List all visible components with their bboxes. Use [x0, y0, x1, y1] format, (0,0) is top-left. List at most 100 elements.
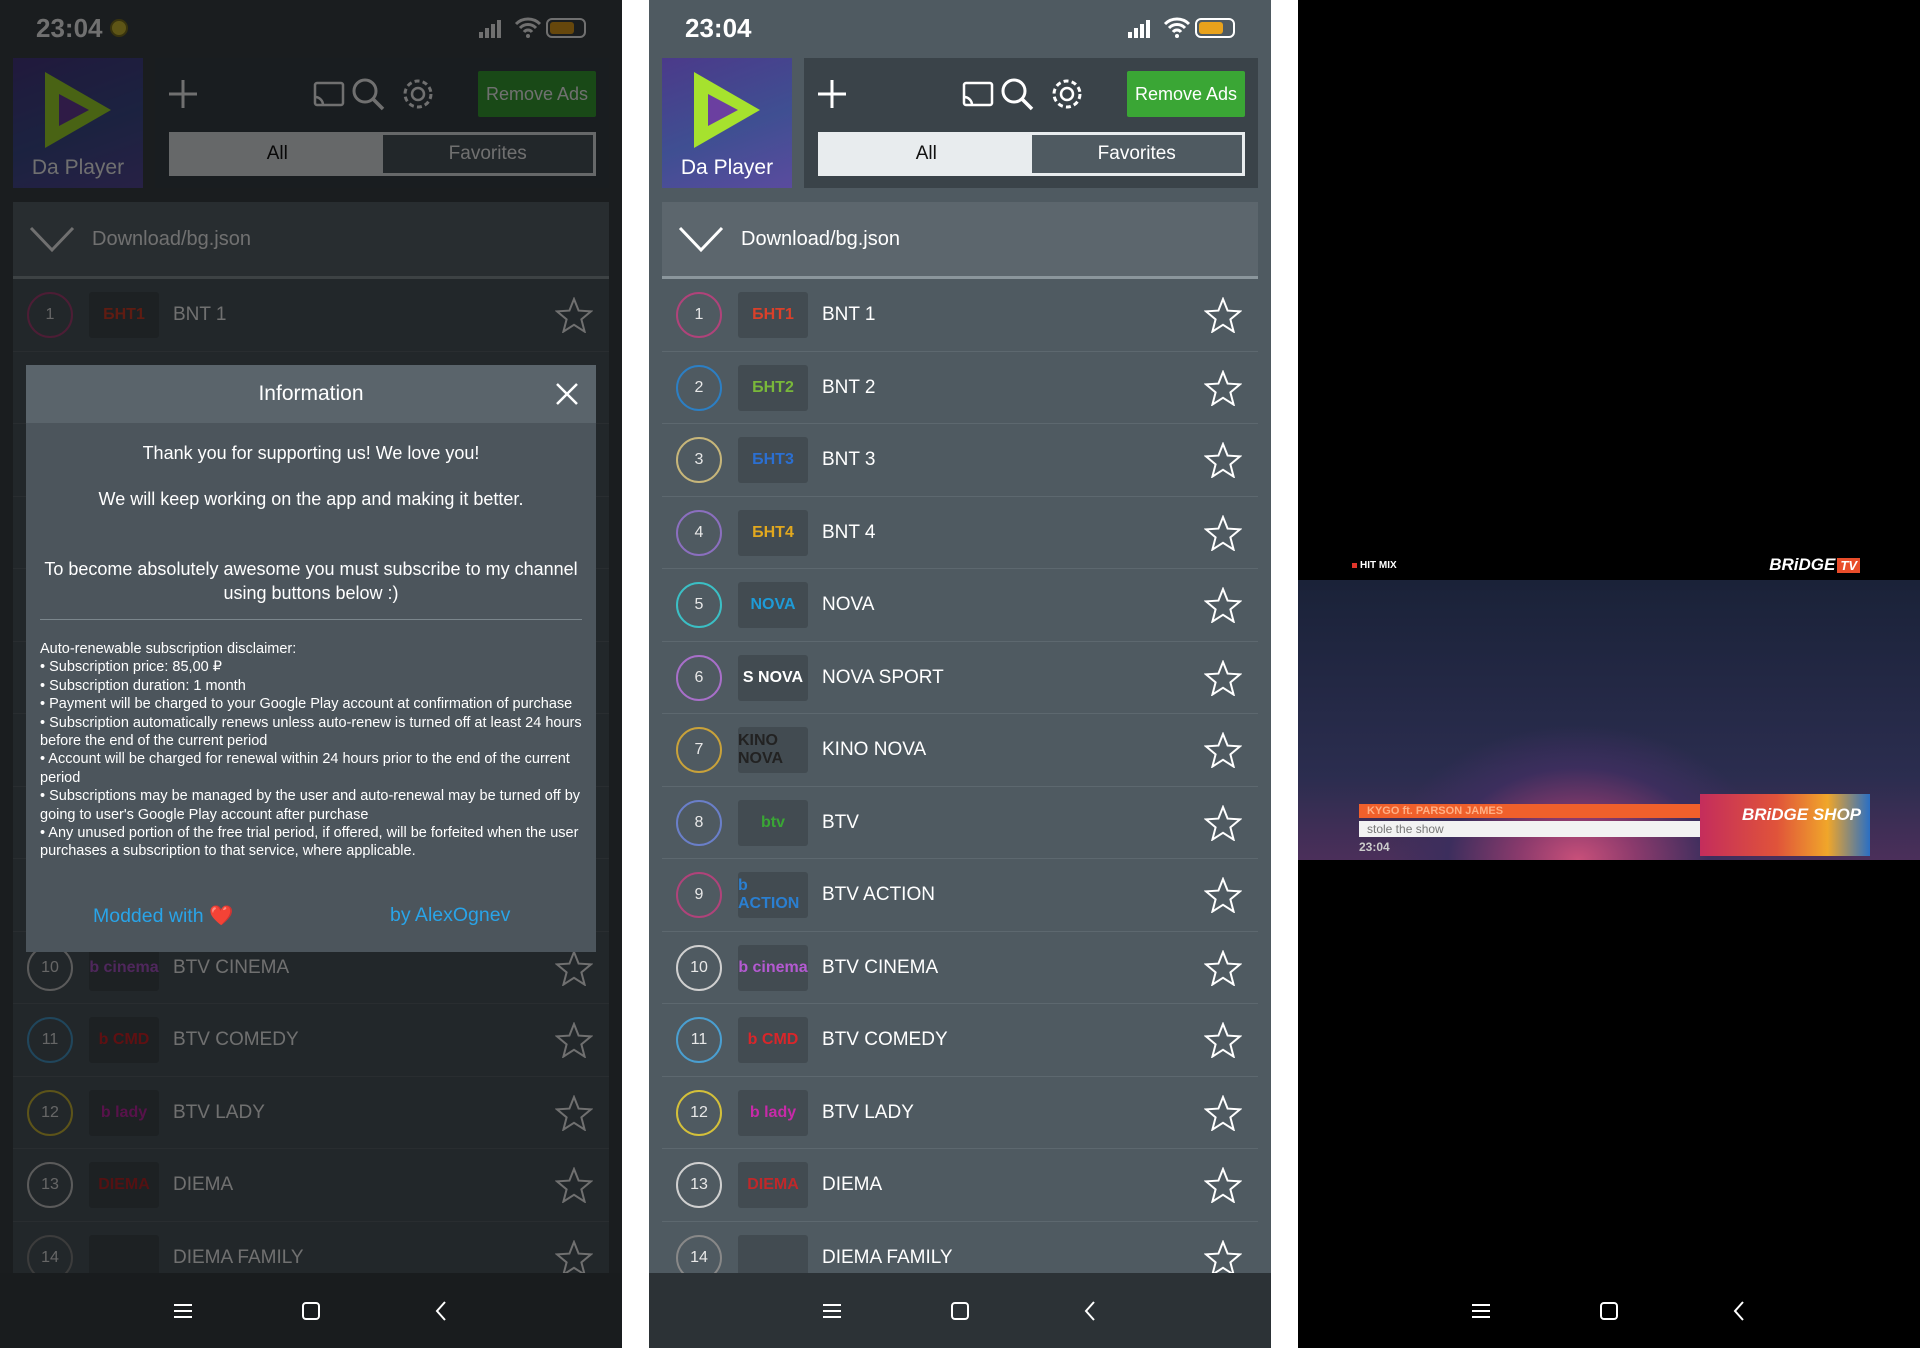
- favorite-star-icon[interactable]: [1204, 587, 1242, 623]
- playlist-header[interactable]: Download/bg.json: [662, 202, 1258, 276]
- disclaimer: Auto-renewable subscription disclaimer: …: [40, 640, 582, 861]
- channel-logo-text: BRiDGE: [1769, 555, 1836, 574]
- channel-name: NOVA SPORT: [822, 666, 944, 688]
- channel-name: BNT 3: [822, 449, 876, 470]
- channel-name: BNT 2: [822, 376, 876, 398]
- app-logo-text: Da Player: [680, 156, 774, 179]
- channel-number: 13: [676, 1162, 722, 1208]
- channel-number: 14: [676, 1234, 722, 1275]
- hit-mix-text: HIT MIX: [1360, 560, 1397, 571]
- add-icon[interactable]: [813, 75, 851, 113]
- status-time: 23:04: [685, 13, 752, 43]
- channel-name: DIEMA: [822, 1174, 883, 1195]
- channel-logo: KINO NOVA: [738, 727, 808, 773]
- disclaimer-title: Auto-renewable subscription disclaimer:: [40, 641, 297, 657]
- favorite-star-icon[interactable]: [1204, 877, 1242, 913]
- back-icon[interactable]: [428, 1297, 456, 1325]
- favorite-star-icon[interactable]: [1204, 1022, 1242, 1058]
- home-icon[interactable]: [946, 1297, 974, 1325]
- channel-row[interactable]: 14 DIEMA FAMILY: [662, 1221, 1258, 1276]
- dialog-footer: Modded with ❤️ by AlexOgnev: [26, 904, 596, 934]
- disclaimer-item: • Payment will be charged to your Google…: [40, 696, 573, 713]
- favorite-star-icon[interactable]: [1204, 297, 1242, 333]
- channel-name: DIEMA FAMILY: [822, 1246, 953, 1268]
- toolbar: Remove Ads All Favorites: [804, 58, 1258, 188]
- home-icon[interactable]: [297, 1297, 325, 1325]
- channel-row[interactable]: 9 b ACTION BTV ACTION: [662, 859, 1258, 932]
- channel-number: 3: [676, 437, 722, 483]
- channel-number: 4: [676, 509, 722, 556]
- channel-row[interactable]: 13 DIEMA DIEMA: [662, 1149, 1258, 1222]
- author-link[interactable]: by AlexOgnev: [390, 904, 510, 927]
- channel-row[interactable]: 5 NOVA NOVA: [662, 569, 1258, 642]
- channel-row[interactable]: 3 БНТ3 BNT 3: [662, 424, 1258, 497]
- channel-row[interactable]: 7 KINO NOVA KINO NOVA: [662, 714, 1258, 787]
- menu-icon[interactable]: [1467, 1297, 1495, 1325]
- disclaimer-item: • Subscriptions may be managed by the us…: [40, 788, 581, 823]
- channel-name: KINO NOVA: [822, 739, 927, 760]
- search-icon[interactable]: [998, 75, 1036, 113]
- wifi-icon: [1163, 17, 1191, 38]
- favorite-star-icon[interactable]: [1204, 732, 1242, 768]
- channel-number: 10: [676, 944, 722, 991]
- shop-text: BRiDGE SHOP: [1742, 805, 1862, 824]
- menu-icon[interactable]: [818, 1297, 846, 1325]
- disclaimer-item: • Account will be charged for renewal wi…: [40, 751, 570, 786]
- signal-icon: [1128, 20, 1150, 38]
- playlist-name: Download/bg.json: [741, 228, 900, 250]
- channel-list-screen: 23:04 Da Player Remove Ads All Favorites…: [649, 0, 1271, 1348]
- channel-number: 7: [676, 727, 722, 773]
- cast-icon[interactable]: [959, 75, 997, 113]
- channel-row[interactable]: 2 БНТ2 BNT 2: [662, 351, 1258, 424]
- settings-icon[interactable]: [1048, 75, 1086, 113]
- channel-row[interactable]: 12 b lady BTV LADY: [662, 1076, 1258, 1149]
- ticker-song: stole the show: [1359, 821, 1700, 837]
- menu-icon[interactable]: [169, 1297, 197, 1325]
- channel-row[interactable]: 6 S NOVA NOVA SPORT: [662, 641, 1258, 714]
- close-icon[interactable]: [554, 381, 580, 407]
- favorite-star-icon[interactable]: [1204, 442, 1242, 478]
- channel-row[interactable]: 4 БНТ4 BNT 4: [662, 496, 1258, 569]
- channel-logo: БНТ1: [738, 292, 808, 338]
- channel-name: BNT 4: [822, 521, 876, 543]
- modded-link[interactable]: Modded with ❤️: [93, 904, 233, 928]
- favorite-star-icon[interactable]: [1204, 804, 1242, 841]
- favorite-star-icon[interactable]: [1204, 659, 1242, 696]
- channel-logo: b ACTION: [738, 872, 808, 918]
- channel-logo: btv: [738, 799, 808, 846]
- channel-logo: b cinema: [738, 944, 808, 991]
- channel-row[interactable]: 1 БНТ1 BNT 1: [662, 279, 1258, 352]
- video-player-screen: HIT MIX BRiDGE TV KYGO ft. PARSON JAMES s…: [1298, 0, 1920, 1348]
- battery-icon: [1195, 18, 1235, 38]
- disclaimer-item: • Any unused portion of the free trial p…: [40, 825, 579, 860]
- favorite-star-icon[interactable]: [1204, 514, 1242, 551]
- back-icon[interactable]: [1726, 1297, 1754, 1325]
- screen-with-dialog: 23:04 Da Player Remove Ads All Favorites…: [0, 0, 622, 1348]
- hit-mix-label: HIT MIX: [1352, 560, 1397, 571]
- back-icon[interactable]: [1077, 1297, 1105, 1325]
- favorite-star-icon[interactable]: [1204, 1094, 1242, 1131]
- tab-favorites[interactable]: Favorites: [1031, 135, 1242, 173]
- channel-row[interactable]: 10 b cinema BTV CINEMA: [662, 931, 1258, 1004]
- remove-ads-button[interactable]: Remove Ads: [1127, 71, 1245, 117]
- dialog-header: Information: [26, 365, 596, 423]
- tab-all[interactable]: All: [821, 135, 1032, 173]
- channel-row[interactable]: 8 btv BTV: [662, 786, 1258, 859]
- favorite-star-icon[interactable]: [1204, 369, 1242, 406]
- information-dialog: Information Thank you for supporting us!…: [26, 365, 596, 952]
- video-time: 23:04: [1359, 840, 1390, 854]
- channel-logo: BRiDGE TV: [1769, 555, 1860, 575]
- channel-number: 2: [676, 364, 722, 411]
- channel-logo: b lady: [738, 1089, 808, 1136]
- channel-name: BNT 1: [822, 304, 876, 325]
- channel-row[interactable]: 11 b CMD BTV COMEDY: [662, 1004, 1258, 1077]
- channel-name: NOVA: [822, 594, 875, 615]
- favorite-star-icon[interactable]: [1204, 1239, 1242, 1276]
- nav-bar: [1298, 1273, 1920, 1348]
- channel-number: 9: [676, 872, 722, 918]
- favorite-star-icon[interactable]: [1204, 949, 1242, 986]
- channel-logo: b CMD: [738, 1017, 808, 1063]
- home-icon[interactable]: [1595, 1297, 1623, 1325]
- disclaimer-item: • Subscription automatically renews unle…: [40, 714, 582, 750]
- favorite-star-icon[interactable]: [1204, 1167, 1242, 1203]
